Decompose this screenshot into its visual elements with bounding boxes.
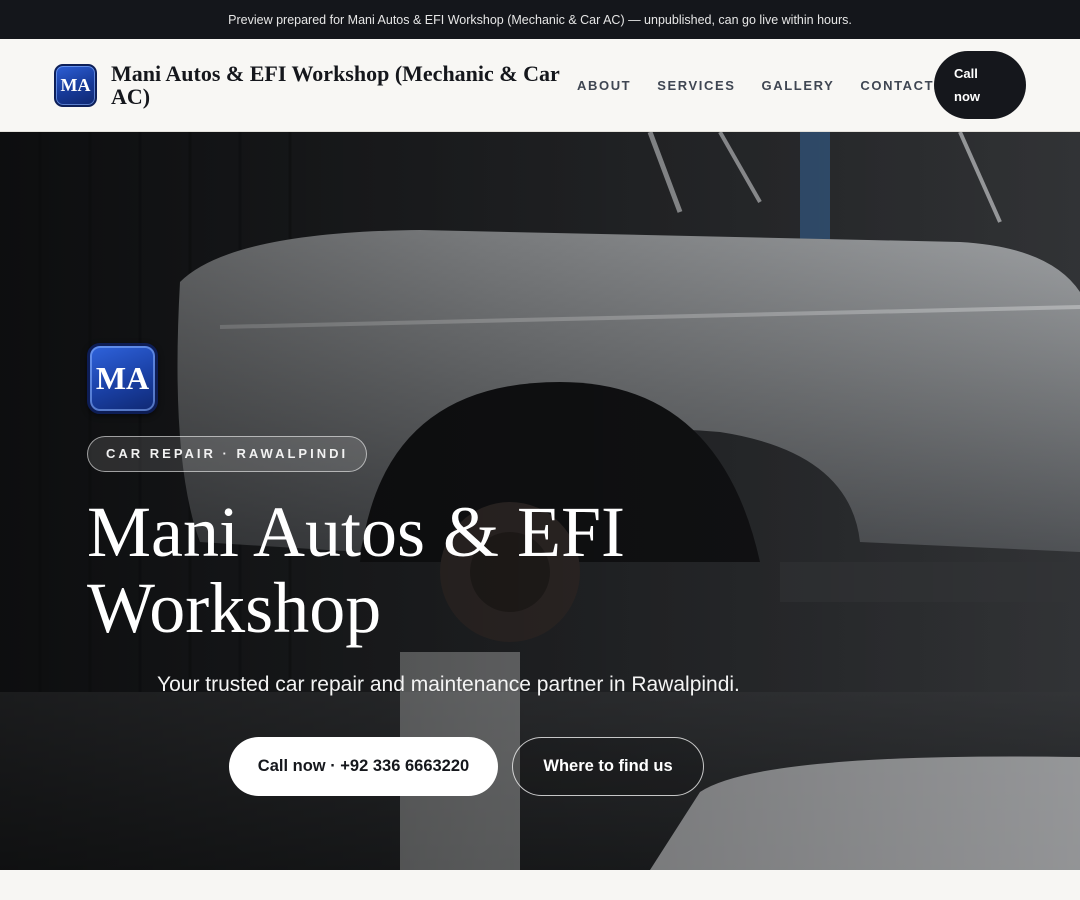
hero-logo-initials: MA: [95, 360, 150, 396]
brand-logo[interactable]: MA: [54, 63, 97, 107]
hero-logo: MA: [87, 343, 158, 414]
preview-banner-text: Preview prepared for Mani Autos & EFI Wo…: [228, 12, 852, 27]
site-header: MA Mani Autos & EFI Workshop (Mechanic &…: [0, 39, 1080, 132]
header-call-button[interactable]: Call now: [934, 51, 1026, 119]
nav-contact[interactable]: CONTACT: [860, 78, 934, 93]
brand-name[interactable]: Mani Autos & EFI Workshop (Mechanic & Ca…: [111, 62, 573, 108]
preview-banner: Preview prepared for Mani Autos & EFI Wo…: [0, 0, 1080, 39]
brand-logo-initials: MA: [60, 74, 91, 95]
find-us-button[interactable]: Where to find us: [512, 737, 704, 796]
nav-about[interactable]: ABOUT: [577, 78, 631, 93]
hero-section: MA CAR REPAIR · RAWALPINDI Mani Autos & …: [0, 132, 1080, 870]
hero-title: Mani Autos & EFI Workshop: [87, 492, 626, 648]
nav-gallery[interactable]: GALLERY: [762, 78, 835, 93]
call-now-button[interactable]: Call now · +92 336 6663220: [229, 737, 498, 796]
main-nav: ABOUT SERVICES GALLERY CONTACT: [577, 78, 934, 93]
hero-subtitle: Your trusted car repair and maintenance …: [157, 673, 740, 696]
nav-services[interactable]: SERVICES: [657, 78, 735, 93]
hero-eyebrow-badge: CAR REPAIR · RAWALPINDI: [87, 436, 368, 472]
hero-content: MA CAR REPAIR · RAWALPINDI Mani Autos & …: [87, 343, 787, 646]
